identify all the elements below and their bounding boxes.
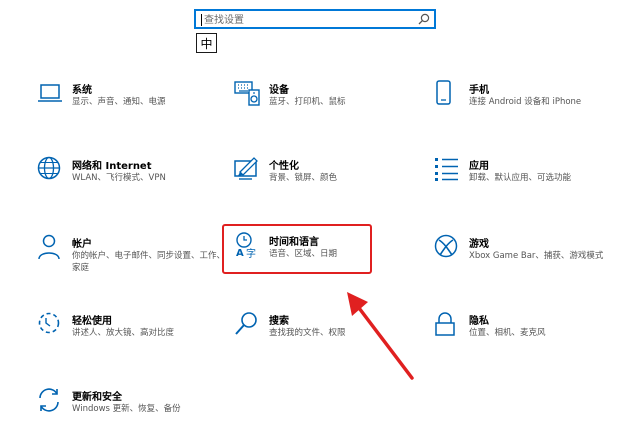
tile-description: 位置、相机、麦克风 [469, 328, 546, 338]
sync-icon [37, 387, 65, 415]
search-input[interactable] [204, 12, 409, 28]
magnifier-icon [234, 311, 262, 339]
tile-description: Xbox Game Bar、捕获、游戏模式 [469, 251, 604, 261]
tile-description: 你的帐户、电子邮件、同步设置、工作、家庭 [72, 251, 226, 273]
settings-search-box[interactable] [194, 9, 436, 29]
person-icon [37, 234, 65, 262]
tile-ease-of-access[interactable]: 轻松使用 讲述人、放大镜、高对比度 [37, 311, 227, 355]
tile-description: WLAN、飞行模式、VPN [72, 173, 166, 183]
xbox-icon [434, 234, 462, 262]
tile-network[interactable]: 网络和 Internet WLAN、飞行模式、VPN [37, 156, 227, 200]
lock-icon [434, 311, 462, 339]
tile-title: 搜索 [269, 316, 289, 327]
tile-privacy[interactable]: 隐私 位置、相机、麦克风 [434, 311, 624, 355]
tile-title: 轻松使用 [72, 316, 112, 327]
tile-update-security[interactable]: 更新和安全 Windows 更新、恢复、备份 [37, 387, 227, 431]
tile-title: 隐私 [469, 316, 489, 327]
tile-title: 帐户 [72, 239, 92, 250]
text-caret [201, 14, 202, 26]
tile-description: 蓝牙、打印机、鼠标 [269, 97, 346, 107]
tile-description: 连接 Android 设备和 iPhone [469, 97, 582, 107]
tile-personalization[interactable]: 个性化 背景、锁屏、颜色 [234, 156, 424, 200]
tile-title: 个性化 [269, 161, 299, 172]
highlight-box [222, 224, 372, 274]
search-icon[interactable] [418, 13, 430, 25]
tile-title: 系统 [72, 85, 92, 96]
apps-list-icon [434, 156, 462, 184]
phone-icon [434, 80, 462, 108]
tile-title: 应用 [469, 161, 489, 172]
ime-indicator[interactable]: 中 [196, 33, 217, 53]
tile-description: 显示、声音、通知、电源 [72, 97, 166, 107]
tile-description: 卸载、默认应用、可选功能 [469, 173, 572, 183]
tile-gaming[interactable]: 游戏 Xbox Game Bar、捕获、游戏模式 [434, 234, 624, 278]
tile-apps[interactable]: 应用 卸载、默认应用、可选功能 [434, 156, 624, 200]
tile-title: 设备 [269, 85, 289, 96]
tile-accounts[interactable]: 帐户 你的帐户、电子邮件、同步设置、工作、家庭 [37, 234, 227, 278]
tile-description: 讲述人、放大镜、高对比度 [72, 328, 175, 338]
tile-description: 背景、锁屏、颜色 [269, 173, 338, 183]
red-arrow-icon [347, 292, 414, 380]
tile-system[interactable]: 系统 显示、声音、通知、电源 [37, 80, 227, 124]
laptop-icon [37, 80, 65, 108]
tile-title: 更新和安全 [72, 392, 122, 403]
tile-title: 游戏 [469, 239, 489, 250]
tile-devices[interactable]: 设备 蓝牙、打印机、鼠标 [234, 80, 424, 124]
globe-icon [37, 156, 65, 184]
ease-of-access-icon [37, 311, 65, 339]
paint-monitor-icon [234, 156, 262, 184]
tile-title: 手机 [469, 85, 489, 96]
tile-title: 网络和 Internet [72, 161, 152, 172]
tile-description: Windows 更新、恢复、备份 [72, 404, 181, 414]
keyboard-speaker-icon [234, 80, 262, 108]
tile-phone[interactable]: 手机 连接 Android 设备和 iPhone [434, 80, 624, 124]
